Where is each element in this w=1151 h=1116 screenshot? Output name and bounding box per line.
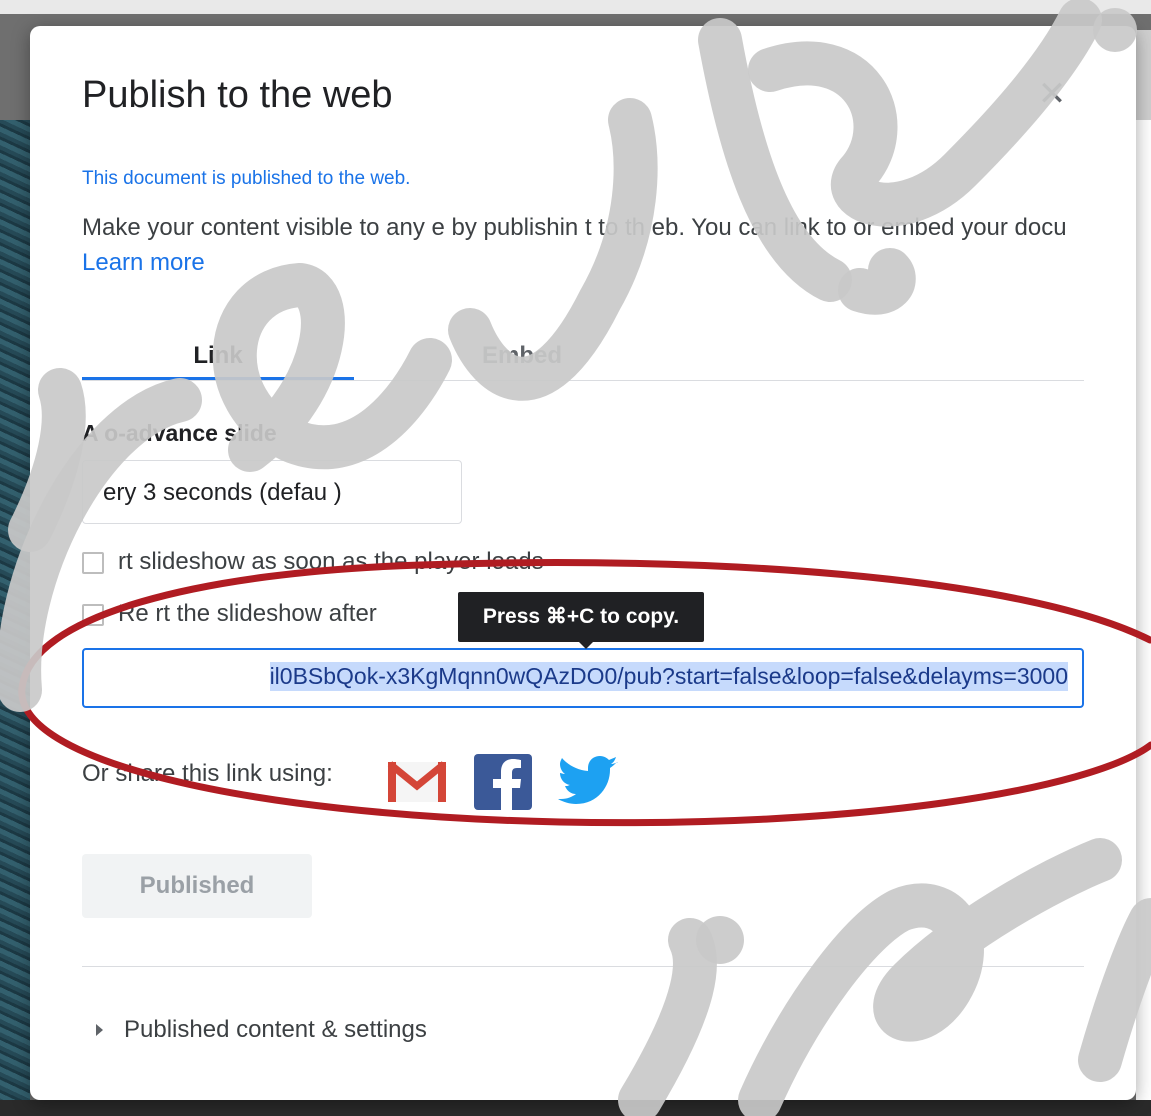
- copy-tooltip: Press ⌘+C to copy.: [458, 592, 704, 642]
- published-status: This document is published to the web.: [82, 168, 411, 189]
- restart-checkbox[interactable]: [82, 604, 104, 626]
- background-toolbar: [0, 0, 1151, 14]
- divider: [82, 966, 1084, 967]
- published-link-input[interactable]: il0BSbQok-x3KgMqnn0wQAzDO0/pub?start=fal…: [82, 648, 1084, 708]
- tooltip-arrow: [578, 641, 594, 649]
- background-strip: [1136, 30, 1151, 120]
- publish-dialog: Publish to the web ✕ This document is pu…: [30, 26, 1136, 1100]
- dialog-title: Publish to the web: [82, 74, 393, 116]
- background-bottom: [0, 1100, 1151, 1116]
- description-text: Make your content visible to any e by pu…: [82, 214, 1067, 241]
- expander-label: Published content & settings: [124, 1016, 427, 1043]
- background-slide-right: [1136, 120, 1151, 1116]
- tab-bar: Link Embed: [82, 336, 1084, 381]
- background-slide-edge: [0, 120, 30, 1116]
- gmail-icon[interactable]: [386, 754, 448, 810]
- share-label: Or share this link using:: [82, 760, 333, 787]
- published-link-text: il0BSbQok-x3KgMqnn0wQAzDO0/pub?start=fal…: [269, 662, 1068, 691]
- tab-embed[interactable]: Embed: [412, 336, 632, 380]
- tab-link[interactable]: Link: [82, 336, 354, 380]
- start-on-load-label: rt slideshow as soon as the player loads: [118, 548, 544, 575]
- restart-label: Re rt the slideshow after: [118, 600, 377, 627]
- start-on-load-checkbox[interactable]: [82, 552, 104, 574]
- description: Make your content visible to any e by pu…: [82, 210, 1082, 280]
- twitter-icon[interactable]: [558, 754, 620, 810]
- auto-advance-select[interactable]: ery 3 seconds (defau ): [82, 460, 462, 524]
- published-button: Published: [82, 854, 312, 918]
- expand-triangle-icon: [96, 1024, 103, 1036]
- close-icon[interactable]: ✕: [1034, 76, 1070, 112]
- facebook-icon[interactable]: [472, 754, 534, 810]
- learn-more-link[interactable]: Learn more: [82, 249, 205, 276]
- auto-advance-label: A o-advance slide: [82, 420, 277, 446]
